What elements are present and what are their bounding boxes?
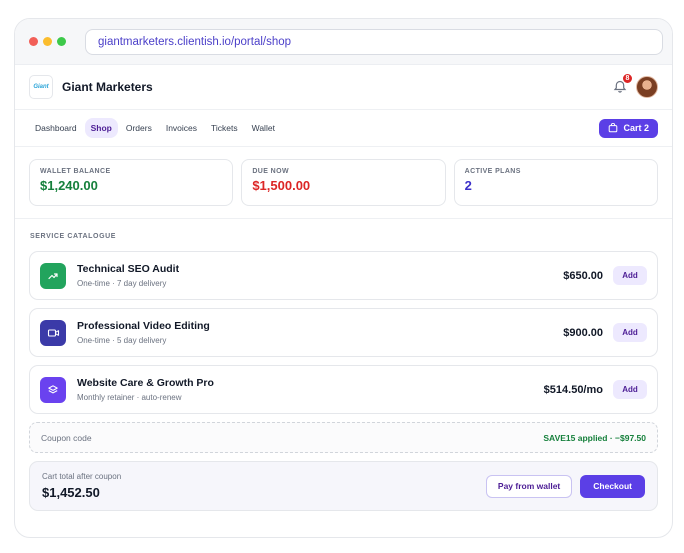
- video-icon: [47, 328, 59, 337]
- coupon-field[interactable]: Coupon code SAVE15 applied · −$97.50: [29, 422, 658, 453]
- service-subtitle: Monthly retainer · auto-renew: [77, 393, 182, 402]
- brand-name: Giant Marketers: [62, 80, 153, 94]
- service-icon-tile: [40, 376, 66, 403]
- cart-icon: [609, 123, 618, 133]
- service-subtitle: One-time · 7 day delivery: [77, 279, 167, 288]
- service-icon-tile: [40, 262, 66, 289]
- stat-wallet-balance: WALLET BALANCE $1,240.00: [29, 159, 234, 206]
- add-to-cart-button[interactable]: Add: [613, 266, 647, 285]
- pay-from-wallet-button[interactable]: Pay from wallet: [485, 474, 573, 498]
- cart-total-value: $1,452.50: [42, 485, 100, 500]
- browser-window: giantmarketers.clientish.io/portal/shop …: [14, 18, 673, 538]
- main-nav: Dashboard Shop Orders Invoices Tickets W…: [15, 110, 672, 147]
- stat-active-plans: ACTIVE PLANS 2: [453, 159, 658, 206]
- close-window-dot[interactable]: [29, 37, 38, 46]
- nav-orders[interactable]: Orders: [120, 118, 158, 138]
- section-title: SERVICE CATALOGUE: [30, 233, 117, 240]
- minimize-window-dot[interactable]: [43, 37, 52, 46]
- layers-icon: [48, 384, 58, 393]
- stat-label: ACTIVE PLANS: [464, 168, 521, 175]
- service-item: Website Care & Growth Pro Monthly retain…: [29, 365, 658, 414]
- stat-value: 2: [464, 178, 472, 193]
- stat-label: DUE NOW: [252, 168, 289, 175]
- cart-button[interactable]: Cart 2: [599, 118, 658, 138]
- service-title: Website Care & Growth Pro: [77, 377, 214, 389]
- logo-text: Giant: [33, 84, 49, 90]
- coupon-placeholder: Coupon code: [41, 432, 92, 443]
- stat-due-now: DUE NOW $1,500.00: [241, 159, 446, 206]
- user-avatar[interactable]: [636, 76, 658, 98]
- cart-total-label: Cart total after coupon: [42, 472, 122, 481]
- service-title: Professional Video Editing: [77, 320, 210, 332]
- stat-value: $1,240.00: [40, 178, 98, 193]
- trending-up-icon: [48, 272, 58, 279]
- nav-shop[interactable]: Shop: [84, 118, 118, 138]
- service-icon-tile: [40, 319, 66, 346]
- coupon-applied-status: SAVE15 applied · −$97.50: [543, 432, 646, 443]
- service-price: $650.00: [563, 269, 603, 282]
- nav-dashboard[interactable]: Dashboard: [29, 118, 83, 138]
- cart-label: Cart 2: [623, 123, 649, 133]
- app-header: Giant Giant Marketers 8: [15, 65, 672, 110]
- service-price: $900.00: [563, 326, 603, 339]
- add-to-cart-button[interactable]: Add: [613, 323, 647, 342]
- maximize-window-dot[interactable]: [57, 37, 66, 46]
- brand-logo[interactable]: Giant: [29, 75, 53, 99]
- address-bar[interactable]: giantmarketers.clientish.io/portal/shop: [85, 28, 663, 55]
- service-subtitle: One-time · 5 day delivery: [77, 336, 167, 345]
- stats-row: WALLET BALANCE $1,240.00 DUE NOW $1,500.…: [15, 147, 672, 219]
- notifications-button[interactable]: 8: [612, 73, 633, 95]
- add-to-cart-button[interactable]: Add: [613, 380, 647, 399]
- service-item: Technical SEO Audit One-time · 7 day del…: [29, 251, 658, 300]
- service-list: Technical SEO Audit One-time · 7 day del…: [15, 251, 672, 414]
- nav-tickets[interactable]: Tickets: [205, 118, 244, 138]
- nav-wallet[interactable]: Wallet: [246, 118, 281, 138]
- browser-titlebar: giantmarketers.clientish.io/portal/shop: [15, 19, 672, 65]
- service-item: Professional Video Editing One-time · 5 …: [29, 308, 658, 357]
- cart-total-panel: Cart total after coupon $1,452.50 Pay fr…: [29, 461, 658, 511]
- stat-label: WALLET BALANCE: [40, 168, 111, 175]
- stat-value: $1,500.00: [252, 178, 311, 193]
- nav-invoices[interactable]: Invoices: [160, 118, 203, 138]
- notification-badge: 8: [622, 73, 633, 84]
- checkout-button[interactable]: Checkout: [580, 474, 645, 498]
- service-title: Technical SEO Audit: [77, 263, 180, 275]
- service-price: $514.50/mo: [543, 383, 603, 396]
